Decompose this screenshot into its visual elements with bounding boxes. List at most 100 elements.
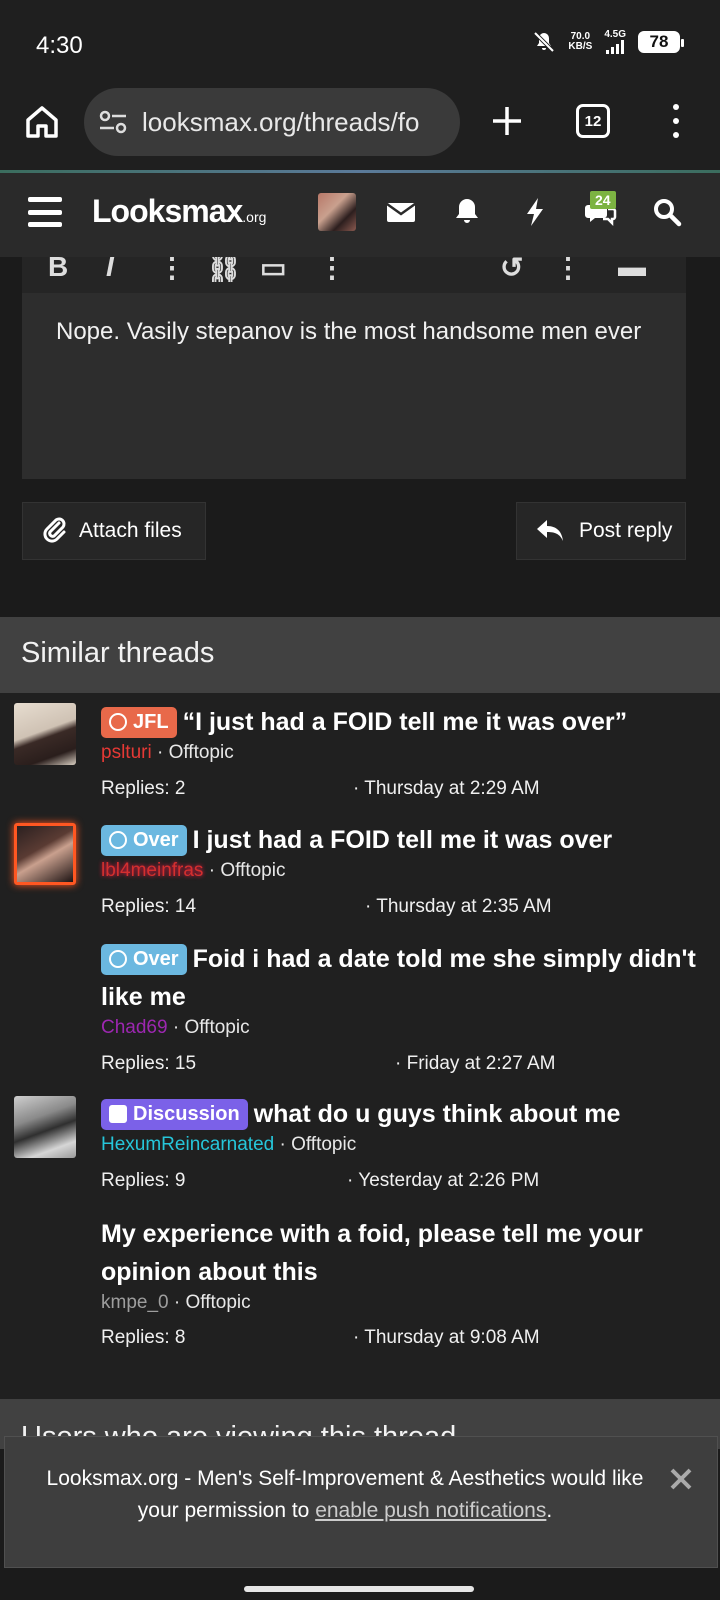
thread-forum-link[interactable]: · Offtopic — [209, 860, 286, 881]
thread-title-link[interactable]: Over I just had a FOID tell me it was ove… — [101, 821, 701, 859]
push-prompt-end: . — [546, 1499, 553, 1522]
thread-date: · Friday at 2:27 AM — [395, 1053, 556, 1074]
thread-forum-link[interactable]: · Offtopic — [173, 1017, 250, 1038]
network-type: 4.5G — [604, 29, 626, 40]
thread-replies: Replies: 8 — [101, 1327, 186, 1348]
thread-author-link[interactable]: pslturi — [101, 742, 152, 763]
thread-title: what do u guys think about me — [253, 1100, 621, 1128]
chat-bubbles-icon — [109, 1105, 127, 1123]
thread-author-avatar[interactable] — [14, 1096, 76, 1158]
thread-date: · Thursday at 2:35 AM — [365, 896, 552, 917]
thread-date: · Yesterday at 2:26 PM — [347, 1170, 540, 1191]
thread-forum-link[interactable]: · Offtopic — [279, 1134, 356, 1155]
hamburger-menu-icon[interactable] — [28, 197, 62, 227]
undo-icon[interactable]: ↺ — [500, 257, 523, 284]
user-avatar[interactable] — [318, 193, 356, 231]
url-text: looksmax.org/threads/fo — [142, 106, 420, 137]
prefix-badge-over[interactable]: Over — [101, 825, 187, 856]
more-options-icon[interactable]: ⋮ — [318, 257, 346, 284]
link-icon[interactable]: ⛓ — [206, 257, 242, 284]
logo-text: Looksmax — [92, 193, 243, 229]
home-icon[interactable] — [22, 102, 62, 142]
thread-date: · Thursday at 9:08 AM — [353, 1327, 540, 1348]
clock: 4:30 — [36, 32, 83, 59]
signal-group: 4.5G — [604, 30, 626, 54]
push-notification-prompt: Looksmax.org - Men's Self-Improvement & … — [4, 1436, 718, 1568]
site-logo[interactable]: Looksmax.org — [92, 193, 266, 230]
thread-stats: Replies: 2 · Thursday at 2:29 AM — [101, 778, 661, 800]
post-reply-label: Post reply — [579, 519, 673, 542]
thread-title-link[interactable]: Discussion what do u guys think about me — [101, 1095, 701, 1133]
preview-icon[interactable]: ▬ — [618, 257, 646, 283]
more-options-icon[interactable]: ⋮ — [158, 257, 186, 284]
browser-toolbar: looksmax.org/threads/fo 12 — [0, 88, 720, 170]
thread-meta: Chad69 · Offtopic — [101, 1017, 250, 1039]
thread-replies: Replies: 9 — [101, 1170, 186, 1191]
conversations-count-badge: 24 — [590, 191, 616, 209]
thread-meta: HexumReincarnated · Offtopic — [101, 1134, 356, 1156]
thread-replies: Replies: 14 — [101, 896, 197, 917]
browser-menu-icon[interactable] — [672, 104, 680, 138]
thread-replies: Replies: 15 — [101, 1053, 197, 1074]
attach-files-label: Attach files — [79, 519, 182, 542]
paperclip-icon — [43, 517, 66, 543]
thread-forum-link[interactable]: · Offtopic — [174, 1292, 251, 1313]
gesture-home-bar[interactable] — [244, 1586, 474, 1592]
site-header: Looksmax.org 24 — [0, 173, 720, 257]
new-tab-icon[interactable] — [488, 102, 526, 140]
thread-forum-link[interactable]: · Offtopic — [157, 742, 234, 763]
attach-files-button[interactable]: Attach files — [22, 502, 206, 560]
mute-bell-icon — [533, 31, 555, 53]
thread-title-link[interactable]: My experience with a foid, please tell m… — [101, 1215, 701, 1291]
prefix-label: Discussion — [133, 1103, 240, 1125]
enable-push-link[interactable]: enable push notifications — [315, 1499, 546, 1522]
whats-new-bolt-icon[interactable] — [518, 195, 552, 229]
prefix-badge-over[interactable]: Over — [101, 944, 187, 975]
notifications-bell-icon[interactable] — [450, 195, 484, 229]
thread-author-link[interactable]: kmpe_0 — [101, 1292, 169, 1313]
site-settings-icon[interactable] — [98, 110, 128, 134]
thread-stats: Replies: 9 · Yesterday at 2:26 PM — [101, 1170, 661, 1192]
status-bar: 4:30 70.0 KB/S 4.5G 78 — [0, 0, 720, 88]
thread-author-link[interactable]: lbl4meinfras — [101, 860, 203, 881]
bold-icon[interactable]: B — [48, 257, 68, 283]
thread-stats: Replies: 8 · Thursday at 9:08 AM — [101, 1327, 661, 1349]
tab-switcher-button[interactable]: 12 — [576, 104, 610, 138]
more-options-icon[interactable]: ⋮ — [554, 257, 582, 284]
italic-icon[interactable]: I — [106, 257, 114, 283]
thread-meta: pslturi · Offtopic — [101, 742, 234, 764]
post-reply-button[interactable]: Post reply — [516, 502, 686, 560]
address-bar[interactable]: looksmax.org/threads/fo — [84, 88, 460, 156]
prefix-badge-discussion[interactable]: Discussion — [101, 1099, 248, 1130]
speed-unit: KB/S — [568, 41, 593, 52]
reply-arrow-icon — [537, 520, 563, 541]
prefix-label: JFL — [133, 711, 169, 733]
inbox-envelope-icon[interactable] — [384, 195, 418, 229]
thread-title-link[interactable]: JFL “I just had a FOID tell me it was ove… — [101, 703, 701, 741]
status-icons: 70.0 KB/S 4.5G 78 — [532, 30, 684, 54]
push-prompt-message: Looksmax.org - Men's Self-Improvement & … — [35, 1463, 655, 1527]
signal-bars-icon — [606, 40, 625, 54]
thread-stats: Replies: 14 · Thursday at 2:35 AM — [101, 896, 661, 918]
reply-editor[interactable]: Nope. Vasily stepanov is the most handso… — [22, 293, 686, 479]
prefix-label: Over — [133, 829, 179, 851]
thread-title: “I just had a FOID tell me it was over” — [182, 708, 628, 736]
similar-threads-list: JFL “I just had a FOID tell me it was ove… — [0, 693, 720, 1399]
thread-author-link[interactable]: Chad69 — [101, 1017, 168, 1038]
search-icon[interactable] — [650, 195, 684, 229]
thread-meta: lbl4meinfras · Offtopic — [101, 860, 285, 882]
sad-face-icon — [109, 831, 127, 849]
thread-replies: Replies: 2 — [101, 778, 186, 799]
thread-title-link[interactable]: Over Foid i had a date told me she simply… — [101, 940, 701, 1016]
thread-author-link[interactable]: HexumReincarnated — [101, 1134, 274, 1155]
close-icon[interactable] — [669, 1467, 693, 1491]
prefix-label: Over — [133, 948, 179, 970]
prefix-badge-jfl[interactable]: JFL — [101, 707, 177, 738]
thread-author-avatar[interactable] — [14, 823, 76, 885]
thread-date: · Thursday at 2:29 AM — [353, 778, 540, 799]
image-icon[interactable]: ▭ — [260, 257, 286, 284]
similar-threads-heading: Similar threads — [0, 617, 720, 693]
network-speed: 70.0 KB/S — [568, 32, 592, 52]
editor-toolbar: B I ⋮ ⛓ ▭ ⋮ ↺ ⋮ ▬ — [22, 257, 686, 293]
thread-author-avatar[interactable] — [14, 703, 76, 765]
